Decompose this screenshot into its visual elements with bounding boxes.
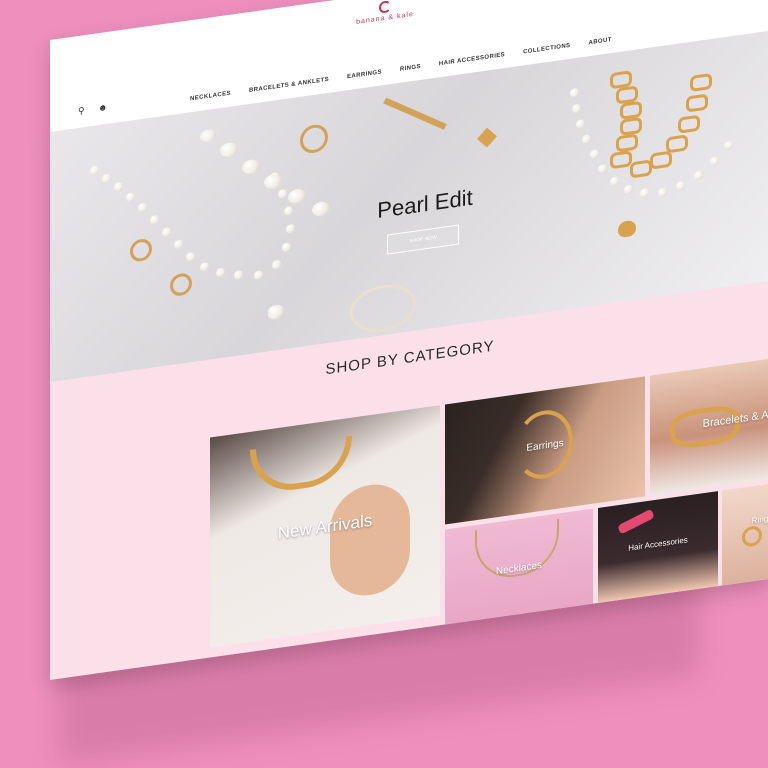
nav-item-necklaces[interactable]: NECKLACES: [190, 91, 231, 103]
gold-hoop-image: [300, 122, 328, 155]
nav-item-about[interactable]: ABOUT: [588, 37, 611, 46]
user-icon[interactable]: ☻: [98, 102, 107, 113]
gold-heart-pendant-image: [618, 219, 636, 239]
web-page-mockup: banana & kale ⚲ ☻ ♡0 🛍0 NECKLACES BRACEL…: [50, 0, 768, 680]
tile-label: Hair Accessories: [628, 535, 688, 553]
hair-clip-image: [617, 508, 655, 535]
nav-item-collections[interactable]: COLLECTIONS: [523, 43, 570, 56]
gold-hoop-image: [130, 237, 152, 263]
category-tile-bracelets-anklets[interactable]: Bracelets & Anklets: [650, 347, 768, 496]
pearl-hoop-image: [350, 280, 416, 336]
pearl-heart-pendant-image: [268, 304, 284, 321]
safety-pin-earring-image: [383, 97, 447, 130]
gold-ring-image: [742, 524, 762, 548]
moon-icon: [379, 0, 391, 14]
nav-item-rings[interactable]: RINGS: [400, 64, 421, 73]
brand-logo[interactable]: banana & kale: [350, 0, 420, 27]
stage: banana & kale ⚲ ☻ ♡0 🛍0 NECKLACES BRACEL…: [0, 0, 768, 768]
hand-image: [330, 479, 410, 601]
tile-label: Rings: [751, 513, 768, 526]
nav-item-earrings[interactable]: EARRINGS: [347, 69, 382, 80]
category-tile-rings[interactable]: Rings: [722, 479, 768, 586]
chunky-chain-image: [250, 435, 352, 496]
category-tile-earrings[interactable]: Earrings: [445, 376, 645, 525]
search-icon[interactable]: ⚲: [78, 105, 85, 117]
hero-title: Pearl Edit: [377, 184, 473, 224]
nav-item-hair-accessories[interactable]: HAIR ACCESSORIES: [439, 52, 505, 67]
nav-item-bracelets-anklets[interactable]: BRACELETS & ANKLETS: [249, 77, 329, 94]
category-tile-hair-accessories[interactable]: Hair Accessories: [598, 491, 718, 603]
category-tile-new-arrivals[interactable]: New Arrivals: [210, 405, 440, 648]
gold-hoop-image: [170, 272, 192, 298]
leaf-charm-image: [477, 127, 497, 148]
shop-now-button[interactable]: SHOP NOW: [387, 224, 459, 255]
